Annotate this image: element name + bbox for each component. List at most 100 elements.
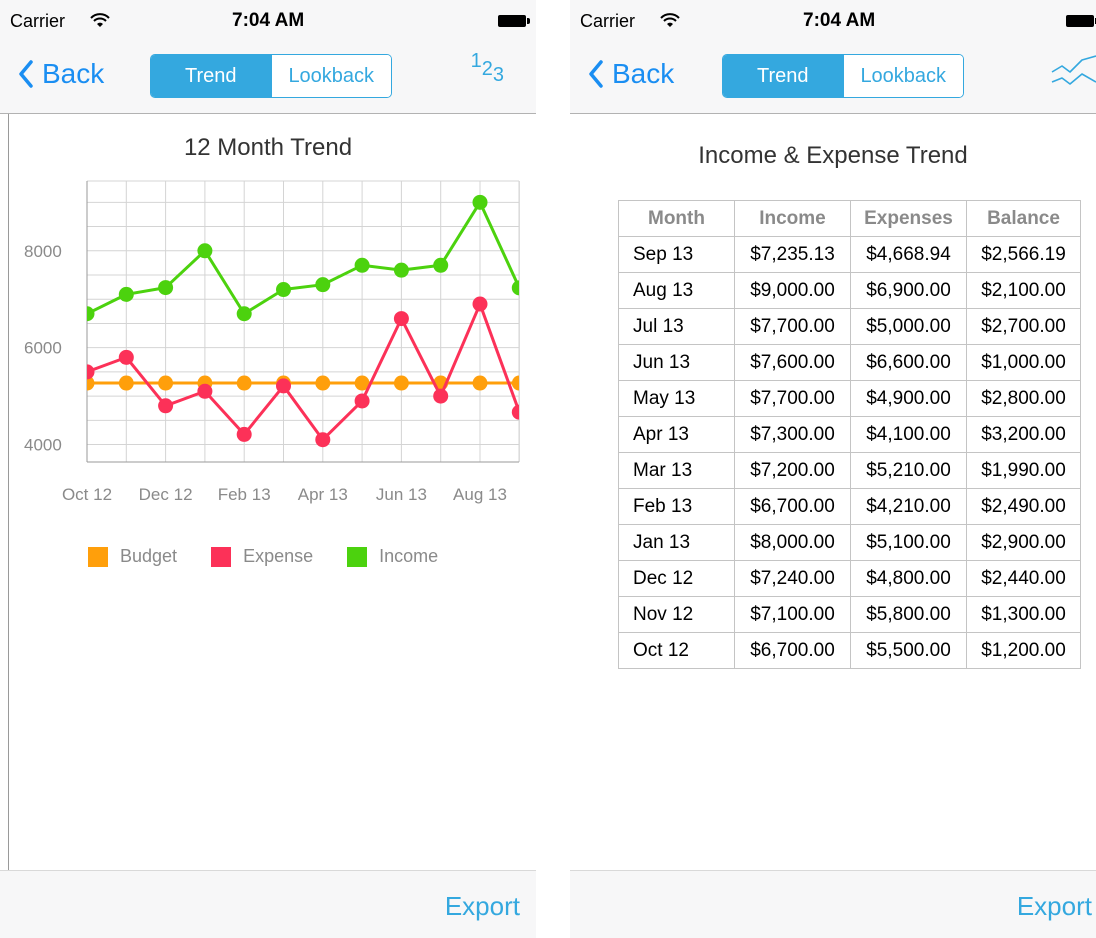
data-point-expense — [393, 311, 409, 327]
data-point-expense — [236, 426, 252, 442]
back-label: Back — [42, 58, 105, 89]
amount-cell: $2,440.00 — [966, 560, 1081, 597]
data-point-income — [87, 306, 95, 322]
amount-cell: $5,500.00 — [850, 632, 967, 669]
data-point-income — [393, 262, 409, 278]
month-cell: Jan 13 — [618, 524, 735, 561]
back-button[interactable]: Back — [588, 58, 674, 90]
table-row: Dec 12 $7,240.00 $4,800.00 $2,440.00 — [618, 560, 1081, 597]
table-row: Apr 13 $7,300.00 $4,100.00 $3,200.00 — [618, 416, 1081, 453]
legend-label: Expense — [243, 546, 314, 566]
trend-chart-icon[interactable] — [1048, 52, 1096, 98]
table-header-row: Month Income Expenses Balance — [618, 200, 1081, 237]
view-segmented-control[interactable]: Trend Lookback — [150, 54, 392, 98]
trend-chart: 4000 6000 8000 Oct 12 Dec 12 Feb 13 Apr 13 Jun … — [24, 180, 520, 504]
table-row: Jan 13 $8,000.00 $5,100.00 $2,900.00 — [618, 524, 1081, 561]
month-cell: Feb 13 — [618, 488, 735, 525]
wifi-icon — [90, 13, 110, 27]
amount-cell: $4,900.00 — [850, 380, 967, 417]
chevron-left-icon — [19, 60, 33, 88]
data-point-budget — [315, 375, 331, 391]
data-point-expense — [118, 349, 134, 365]
amount-cell: $6,900.00 — [850, 272, 967, 309]
legend-swatch — [211, 546, 232, 567]
carrier-label: Carrier — [580, 11, 636, 31]
amount-cell: $6,700.00 — [734, 488, 851, 525]
table-row: Oct 12 $6,700.00 $5,500.00 $1,200.00 — [618, 632, 1081, 669]
view-segmented-control[interactable]: Trend Lookback — [722, 54, 964, 98]
legend-swatch — [347, 546, 368, 567]
column-header: Balance — [966, 200, 1081, 237]
table-row: Feb 13 $6,700.00 $4,210.00 $2,490.00 — [618, 488, 1081, 525]
x-tick-label: Dec 12 — [139, 485, 193, 504]
legend-item: Income — [347, 546, 438, 567]
amount-cell: $2,700.00 — [966, 308, 1081, 345]
clock: 7:04 AM — [803, 10, 876, 31]
plot-area — [87, 194, 519, 448]
table-row: Sep 13 $7,235.13 $4,668.94 $2,566.19 — [618, 236, 1081, 273]
legend-item: Budget — [88, 546, 177, 567]
y-tick-label: 8000 — [24, 242, 62, 261]
amount-cell: $4,210.00 — [850, 488, 967, 525]
data-point-expense — [354, 393, 370, 409]
number-icon[interactable]: 123 — [471, 50, 504, 86]
amount-cell: $6,600.00 — [850, 344, 967, 381]
data-point-budget — [118, 375, 134, 391]
chart-title: 12 Month Trend — [183, 134, 353, 161]
amount-cell: $1,200.00 — [966, 632, 1081, 669]
status-bar: Carrier 7:04 AM — [0, 0, 536, 40]
amount-cell: $7,300.00 — [734, 416, 851, 453]
amount-cell: $2,100.00 — [966, 272, 1081, 309]
y-tick-label: 6000 — [24, 339, 62, 358]
tab-lookback[interactable]: Lookback — [842, 55, 963, 97]
data-point-expense — [276, 378, 291, 394]
tab-lookback[interactable]: Lookback — [270, 55, 391, 97]
data-point-expense — [433, 388, 449, 404]
month-cell: Nov 12 — [618, 596, 735, 633]
series-line-income — [87, 200, 519, 316]
month-cell: Mar 13 — [618, 452, 735, 489]
income-expense-table: Month Income Expenses Balance Sep 13 $7,2… — [618, 200, 1081, 669]
data-point-income — [433, 257, 449, 273]
back-button[interactable]: Back — [18, 58, 104, 90]
bottom-toolbar: Export — [570, 870, 1096, 938]
amount-cell: $2,490.00 — [966, 488, 1081, 525]
battery-icon — [498, 15, 530, 27]
table-row: May 13 $7,700.00 $4,900.00 $2,800.00 — [618, 380, 1081, 417]
export-button[interactable]: Export — [1017, 891, 1092, 922]
month-cell: Aug 13 — [618, 272, 735, 309]
amount-cell: $5,100.00 — [850, 524, 967, 561]
wifi-icon — [660, 13, 680, 27]
amount-cell: $4,800.00 — [850, 560, 967, 597]
chevron-left-icon — [589, 60, 603, 88]
tab-trend[interactable]: Trend — [151, 55, 271, 97]
table-title: Income & Expense Trend — [698, 142, 968, 169]
x-tick-label: Aug 13 — [453, 485, 507, 504]
month-cell: Jun 13 — [618, 344, 735, 381]
amount-cell: $3,200.00 — [966, 416, 1081, 453]
month-cell: May 13 — [618, 380, 735, 417]
amount-cell: $4,668.94 — [850, 236, 967, 273]
amount-cell: $9,000.00 — [734, 272, 851, 309]
legend-item: Expense — [211, 546, 313, 567]
amount-cell: $2,566.19 — [966, 236, 1081, 273]
export-button[interactable]: Export — [445, 891, 520, 922]
clock: 7:04 AM — [232, 10, 305, 31]
amount-cell: $7,200.00 — [734, 452, 851, 489]
amount-cell: $7,700.00 — [734, 380, 851, 417]
month-cell: Jul 13 — [618, 308, 735, 345]
table-row: Jun 13 $7,600.00 $6,600.00 $1,000.00 — [618, 344, 1081, 381]
amount-cell: $5,800.00 — [850, 596, 967, 633]
column-header: Expenses — [850, 200, 967, 237]
data-point-income — [472, 194, 488, 210]
tab-trend[interactable]: Trend — [723, 55, 843, 97]
data-point-income — [118, 286, 134, 302]
table-row: Jul 13 $7,700.00 $5,000.00 $2,700.00 — [618, 308, 1081, 345]
x-tick-label: Feb 13 — [218, 485, 271, 504]
battery-icon — [1066, 15, 1096, 27]
amount-cell: $5,000.00 — [850, 308, 967, 345]
amount-cell: $1,300.00 — [966, 596, 1081, 633]
month-cell: Sep 13 — [618, 236, 735, 273]
amount-cell: $1,000.00 — [966, 344, 1081, 381]
table-row: Nov 12 $7,100.00 $5,800.00 $1,300.00 — [618, 596, 1081, 633]
